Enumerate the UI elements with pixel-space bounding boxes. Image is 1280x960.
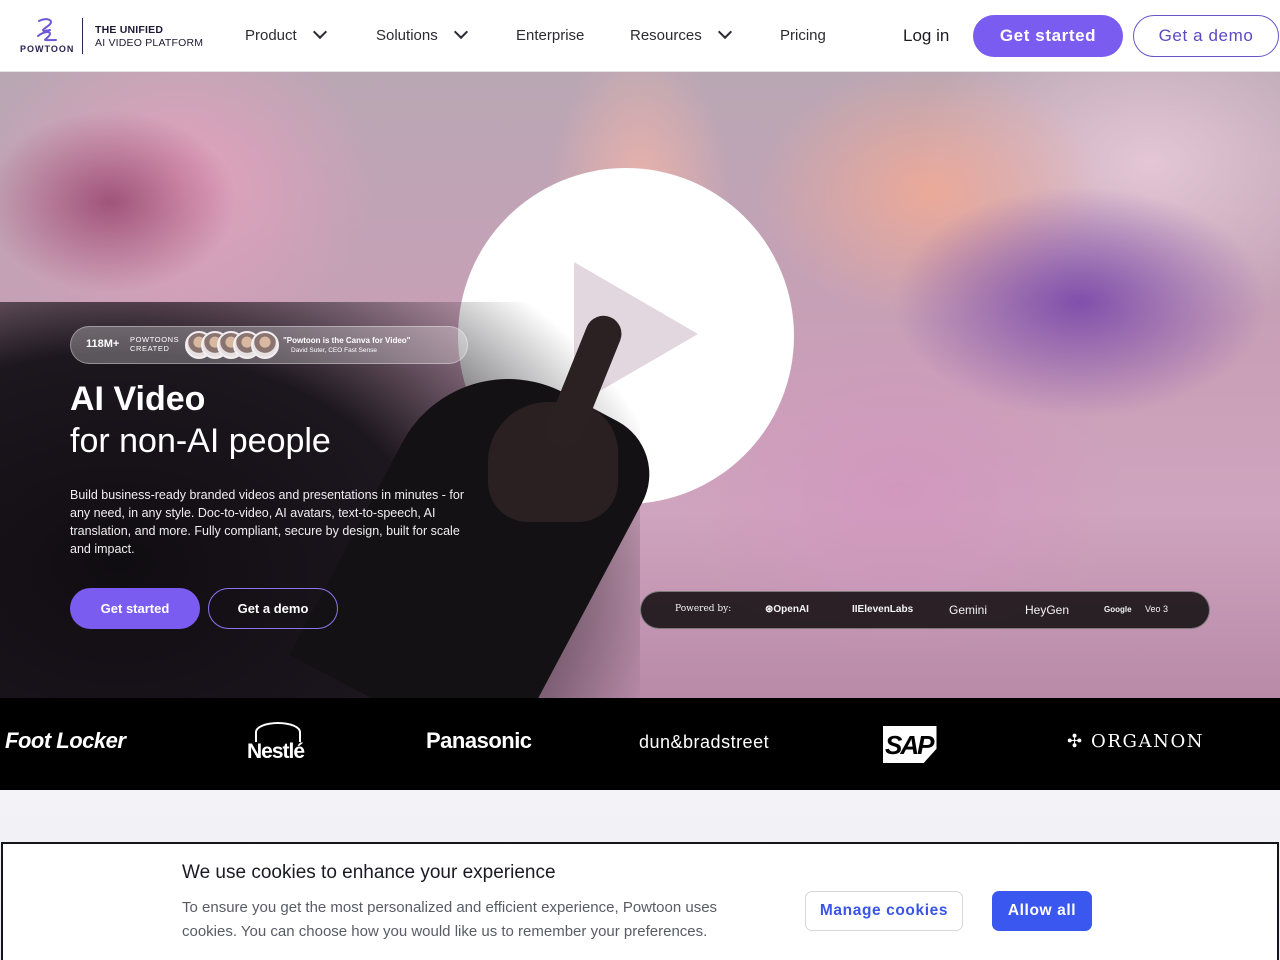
panasonic-logo: Panasonic bbox=[426, 728, 532, 753]
partner-elevenlabs: IIElevenLabs bbox=[852, 604, 914, 615]
logo-wordmark: POWTOON bbox=[20, 44, 75, 54]
sap-logo-text: SAP bbox=[885, 730, 934, 760]
partner-openai: ⊛OpenAI bbox=[765, 604, 809, 615]
nestle-logo-text: Nestlé bbox=[247, 740, 305, 763]
manage-cookies-button[interactable]: Manage cookies bbox=[805, 891, 963, 931]
powtoon-logo-icon bbox=[37, 18, 57, 42]
allow-all-cookies-button[interactable]: Allow all bbox=[992, 891, 1092, 931]
hero-get-demo-button[interactable]: Get a demo bbox=[208, 588, 338, 629]
header-tagline: THE UNIFIED AI VIDEO PLATFORM bbox=[95, 24, 203, 50]
nav-resources[interactable]: Resources bbox=[630, 24, 732, 45]
organon-icon: ✣ bbox=[1067, 731, 1084, 752]
nav-solutions[interactable]: Solutions bbox=[376, 24, 468, 45]
testimonial-author: David Suter, CEO Fast Sense bbox=[291, 347, 377, 354]
nestle-logo: Nestlé bbox=[247, 722, 313, 766]
chevron-down-icon bbox=[717, 24, 732, 40]
nav-product-label: Product bbox=[245, 26, 297, 44]
hero-headline-bold: AI Video bbox=[70, 380, 206, 418]
nav-enterprise[interactable]: Enterprise bbox=[516, 25, 584, 45]
hero-description: Build business-ready branded videos and … bbox=[70, 488, 464, 556]
cookie-banner: We use cookies to enhance your experienc… bbox=[1, 842, 1279, 960]
cookie-banner-text: To ensure you get the most personalized … bbox=[182, 899, 718, 940]
partner-google: Google bbox=[1104, 605, 1132, 614]
count-label-line-1: POWTOONS bbox=[130, 335, 180, 344]
logo-divider bbox=[82, 18, 83, 54]
powered-by-bar: Powered by: ⊛OpenAI IIElevenLabs Gemini … bbox=[640, 591, 1210, 629]
tagline-line-2: AI VIDEO PLATFORM bbox=[95, 37, 204, 49]
nav-product[interactable]: Product bbox=[245, 24, 327, 45]
nav-pricing[interactable]: Pricing bbox=[780, 25, 826, 45]
header-get-started-button[interactable]: Get started bbox=[973, 15, 1123, 57]
nav-enterprise-label: Enterprise bbox=[516, 26, 585, 44]
testimonial-quote: "Powtoon is the Canva for Video" bbox=[283, 336, 411, 345]
hero-headline-regular: for non-AI people bbox=[70, 422, 331, 460]
chevron-down-icon bbox=[312, 24, 327, 40]
sap-logo: SAP bbox=[883, 726, 957, 763]
hero-get-started-button[interactable]: Get started bbox=[70, 588, 200, 629]
powtoons-count-label: POWTOONS CREATED bbox=[130, 335, 179, 353]
header-get-demo-button[interactable]: Get a demo bbox=[1133, 15, 1279, 57]
partner-veo: Veo 3 bbox=[1145, 604, 1169, 614]
dnb-logo: dun&bradstreet bbox=[639, 732, 770, 752]
hero-section: 118M+ POWTOONS CREATED "Powtoon is the C… bbox=[0, 72, 1280, 698]
partner-heygen: HeyGen bbox=[1025, 603, 1070, 617]
nav-resources-label: Resources bbox=[630, 26, 702, 44]
count-label-line-2: CREATED bbox=[130, 344, 170, 353]
organon-logo: ✣ ORGANON bbox=[1067, 731, 1205, 752]
customer-logos-strip: Foot Locker Nestlé Panasonic dun&bradstr… bbox=[0, 698, 1280, 790]
nav-pricing-label: Pricing bbox=[780, 26, 826, 44]
nav-solutions-label: Solutions bbox=[376, 26, 438, 44]
social-proof-pill: 118M+ POWTOONS CREATED "Powtoon is the C… bbox=[70, 326, 468, 364]
footlocker-logo: Foot Locker bbox=[5, 728, 126, 753]
powtoon-logo[interactable]: POWTOON bbox=[20, 17, 75, 55]
tagline-line-1: THE UNIFIED bbox=[95, 24, 164, 36]
powered-by-label: Powered by: bbox=[675, 604, 732, 614]
cookie-banner-title: We use cookies to enhance your experienc… bbox=[182, 862, 556, 883]
site-header: POWTOON THE UNIFIED AI VIDEO PLATFORM Pr… bbox=[0, 0, 1280, 72]
avatar bbox=[251, 331, 279, 359]
login-link[interactable]: Log in bbox=[903, 26, 949, 46]
partner-gemini: Gemini bbox=[949, 603, 988, 617]
chevron-down-icon bbox=[453, 24, 468, 40]
powtoons-count: 118M+ bbox=[86, 338, 120, 350]
nestle-nest-icon bbox=[255, 722, 301, 742]
